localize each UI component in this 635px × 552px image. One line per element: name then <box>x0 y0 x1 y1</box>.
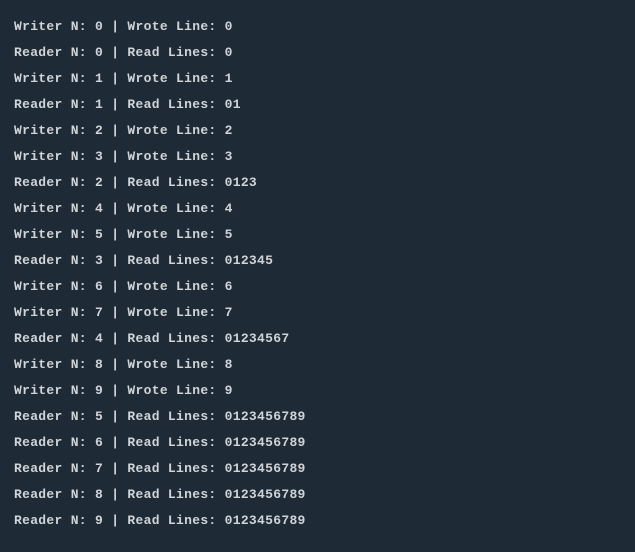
output-line: Reader N: 8 | Read Lines: 0123456789 <box>14 482 621 508</box>
output-line: Reader N: 1 | Read Lines: 01 <box>14 92 621 118</box>
output-line: Reader N: 6 | Read Lines: 0123456789 <box>14 430 621 456</box>
output-line: Writer N: 2 | Wrote Line: 2 <box>14 118 621 144</box>
terminal-output: Writer N: 0 | Wrote Line: 0 Reader N: 0 … <box>14 14 621 534</box>
output-line: Writer N: 4 | Wrote Line: 4 <box>14 196 621 222</box>
output-line: Writer N: 7 | Wrote Line: 7 <box>14 300 621 326</box>
output-line: Reader N: 3 | Read Lines: 012345 <box>14 248 621 274</box>
output-line: Reader N: 9 | Read Lines: 0123456789 <box>14 508 621 534</box>
output-line: Reader N: 4 | Read Lines: 01234567 <box>14 326 621 352</box>
output-line: Writer N: 8 | Wrote Line: 8 <box>14 352 621 378</box>
output-line: Reader N: 7 | Read Lines: 0123456789 <box>14 456 621 482</box>
output-line: Writer N: 6 | Wrote Line: 6 <box>14 274 621 300</box>
output-line: Reader N: 0 | Read Lines: 0 <box>14 40 621 66</box>
output-line: Writer N: 0 | Wrote Line: 0 <box>14 14 621 40</box>
output-line: Writer N: 1 | Wrote Line: 1 <box>14 66 621 92</box>
output-line: Writer N: 5 | Wrote Line: 5 <box>14 222 621 248</box>
output-line: Writer N: 9 | Wrote Line: 9 <box>14 378 621 404</box>
output-line: Reader N: 2 | Read Lines: 0123 <box>14 170 621 196</box>
output-line: Writer N: 3 | Wrote Line: 3 <box>14 144 621 170</box>
output-line: Reader N: 5 | Read Lines: 0123456789 <box>14 404 621 430</box>
